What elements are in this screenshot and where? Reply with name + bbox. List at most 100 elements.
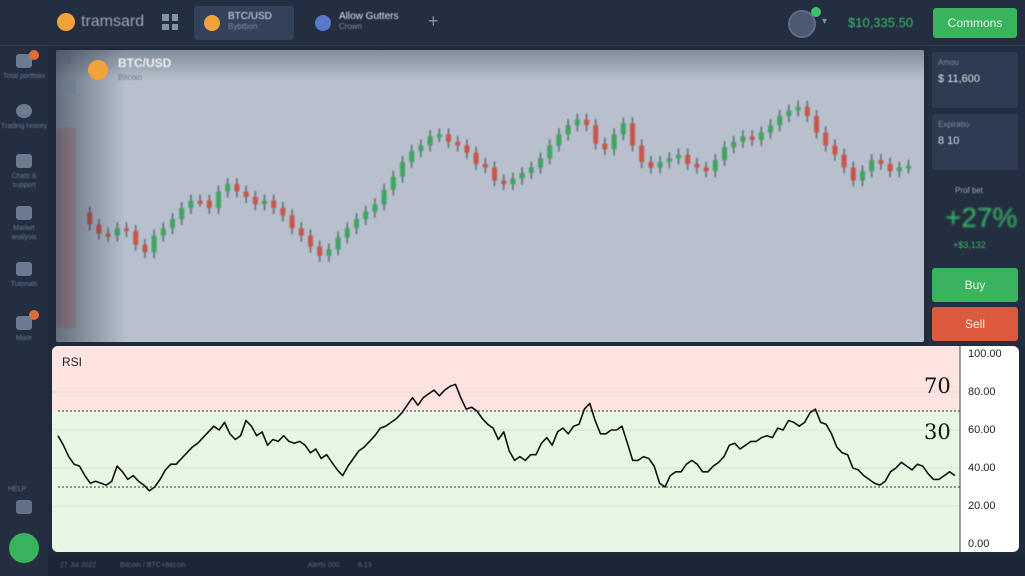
candle-body [151, 235, 157, 253]
candle-body [289, 215, 295, 229]
candlestick-chart[interactable] [56, 50, 924, 342]
chevron-down-icon[interactable]: ▾ [822, 16, 827, 27]
candle-body [482, 163, 488, 168]
add-tab-button[interactable]: + [428, 11, 439, 32]
candle-body [234, 184, 240, 192]
candle-body [501, 180, 507, 185]
tab-subtitle: Crown [339, 22, 363, 31]
candle-body [860, 171, 865, 181]
profit-amount: +$3,132 [953, 240, 986, 250]
tab-btc-usd[interactable]: BTC/USD Bybtbon [194, 6, 294, 40]
sell-button[interactable]: Sell [932, 307, 1018, 341]
candle-body [105, 233, 111, 237]
y-tick-label: 60.00 [968, 424, 996, 436]
candle-body [896, 167, 902, 172]
sidebar-item-label: Tutorials [10, 281, 38, 288]
expiration-field[interactable]: Expiratio 8 10 [932, 114, 1018, 170]
candle-body [749, 136, 755, 140]
candle-body [280, 208, 286, 216]
candle-body [271, 200, 277, 208]
y-tick-label: 80.00 [968, 386, 996, 398]
oversold-zone [52, 411, 960, 552]
amount-field[interactable]: Amou $ 11,600 [932, 52, 1018, 108]
candle-body [308, 235, 313, 247]
candle-body [473, 152, 479, 164]
oversold-level-label: 30 [924, 420, 951, 444]
candle-body [602, 143, 608, 150]
asset-selector[interactable]: BTC/USD [118, 56, 171, 70]
bitcoin-icon [88, 60, 108, 80]
sidebar-item-analysis[interactable]: Market analysis [0, 206, 48, 242]
online-status-icon [811, 7, 821, 17]
candle-body [225, 184, 231, 192]
candle-body [243, 191, 249, 197]
candle-body [630, 123, 635, 146]
sidebar-item-more[interactable]: More [0, 316, 48, 343]
candle-body [427, 136, 433, 146]
status-asset: Bitcoin / BTC+Bitcoin [120, 562, 186, 569]
sidebar-item-label: Market analysis [11, 225, 37, 241]
candle-body [906, 165, 911, 169]
sidebar-item-history[interactable]: Trading history [0, 104, 48, 131]
candle-body [703, 167, 709, 172]
candle-body [538, 158, 543, 168]
candle-body [740, 136, 746, 142]
sidebar-item-label: Trading history [0, 123, 48, 130]
y-tick-label: 20.00 [968, 500, 996, 512]
candle-body [611, 134, 617, 150]
sidebar-item-label: Total portfolio [3, 73, 45, 80]
candle-body [446, 134, 451, 142]
support-chat-button[interactable] [9, 533, 39, 563]
sidebar-item-label: Chats & support [11, 173, 37, 189]
brand-logo[interactable]: tramsard [57, 13, 144, 31]
candle-body [850, 167, 856, 181]
candle-body [492, 167, 497, 181]
candle-body [372, 204, 378, 212]
y-tick-label: 40.00 [968, 462, 996, 474]
candle-body [142, 244, 148, 253]
candle-body [657, 162, 663, 168]
rsi-indicator-panel: RSI 70 30 100.00 80.00 60.00 40.00 20.00… [52, 346, 1019, 552]
candle-body [335, 237, 341, 250]
profit-percent: +27% [945, 202, 1018, 233]
candle-body [114, 228, 120, 236]
expiration-value[interactable]: 8 10 [938, 135, 1012, 147]
apps-grid-icon[interactable] [162, 14, 178, 30]
candle-body [188, 200, 194, 208]
candle-body [317, 246, 323, 256]
status-alerts[interactable]: Alerts 000 [308, 562, 340, 569]
candle-body [436, 134, 442, 138]
candle-body [464, 145, 470, 153]
candle-body [455, 141, 461, 146]
sidebar-item-tutorials[interactable]: Tutorials [0, 262, 48, 289]
price-scale-bar [56, 128, 76, 328]
candle-body [712, 160, 718, 172]
amount-value[interactable]: $ 11,600 [938, 73, 1012, 85]
candle-body [262, 200, 267, 205]
y-tick-label: 100.00 [968, 348, 1002, 360]
help-icon[interactable] [16, 500, 32, 514]
candle-body [620, 123, 626, 135]
sidebar-item-label: More [16, 335, 32, 342]
candle-body [547, 145, 553, 159]
help-label: HELP [8, 486, 27, 493]
candle-body [574, 119, 580, 126]
candle-body [648, 162, 654, 168]
candle-body [565, 125, 571, 135]
account-balance[interactable]: $10,335.50 [848, 15, 913, 30]
candle-body [160, 228, 166, 236]
tab-subtitle: Bybtbon [228, 22, 258, 31]
rsi-plot [52, 346, 961, 552]
sidebar-item-portfolio[interactable]: Total portfolio [0, 54, 48, 81]
deposit-button[interactable]: Commons [933, 8, 1017, 38]
more-icon [16, 316, 32, 330]
candle-body [722, 147, 727, 161]
left-sidebar: Total portfolio Trading history Chats & … [0, 46, 48, 576]
tab-second-asset[interactable]: Allow Gutters Crown [305, 6, 415, 40]
buy-button[interactable]: Buy [932, 268, 1018, 302]
top-bar: tramsard BTC/USD Bybtbon Allow Gutters C… [0, 0, 1025, 46]
draw-tool-icon[interactable] [62, 80, 76, 94]
close-icon[interactable]: ✕ [62, 53, 73, 69]
candle-body [832, 145, 838, 155]
sidebar-item-chat[interactable]: Chats & support [0, 154, 48, 190]
